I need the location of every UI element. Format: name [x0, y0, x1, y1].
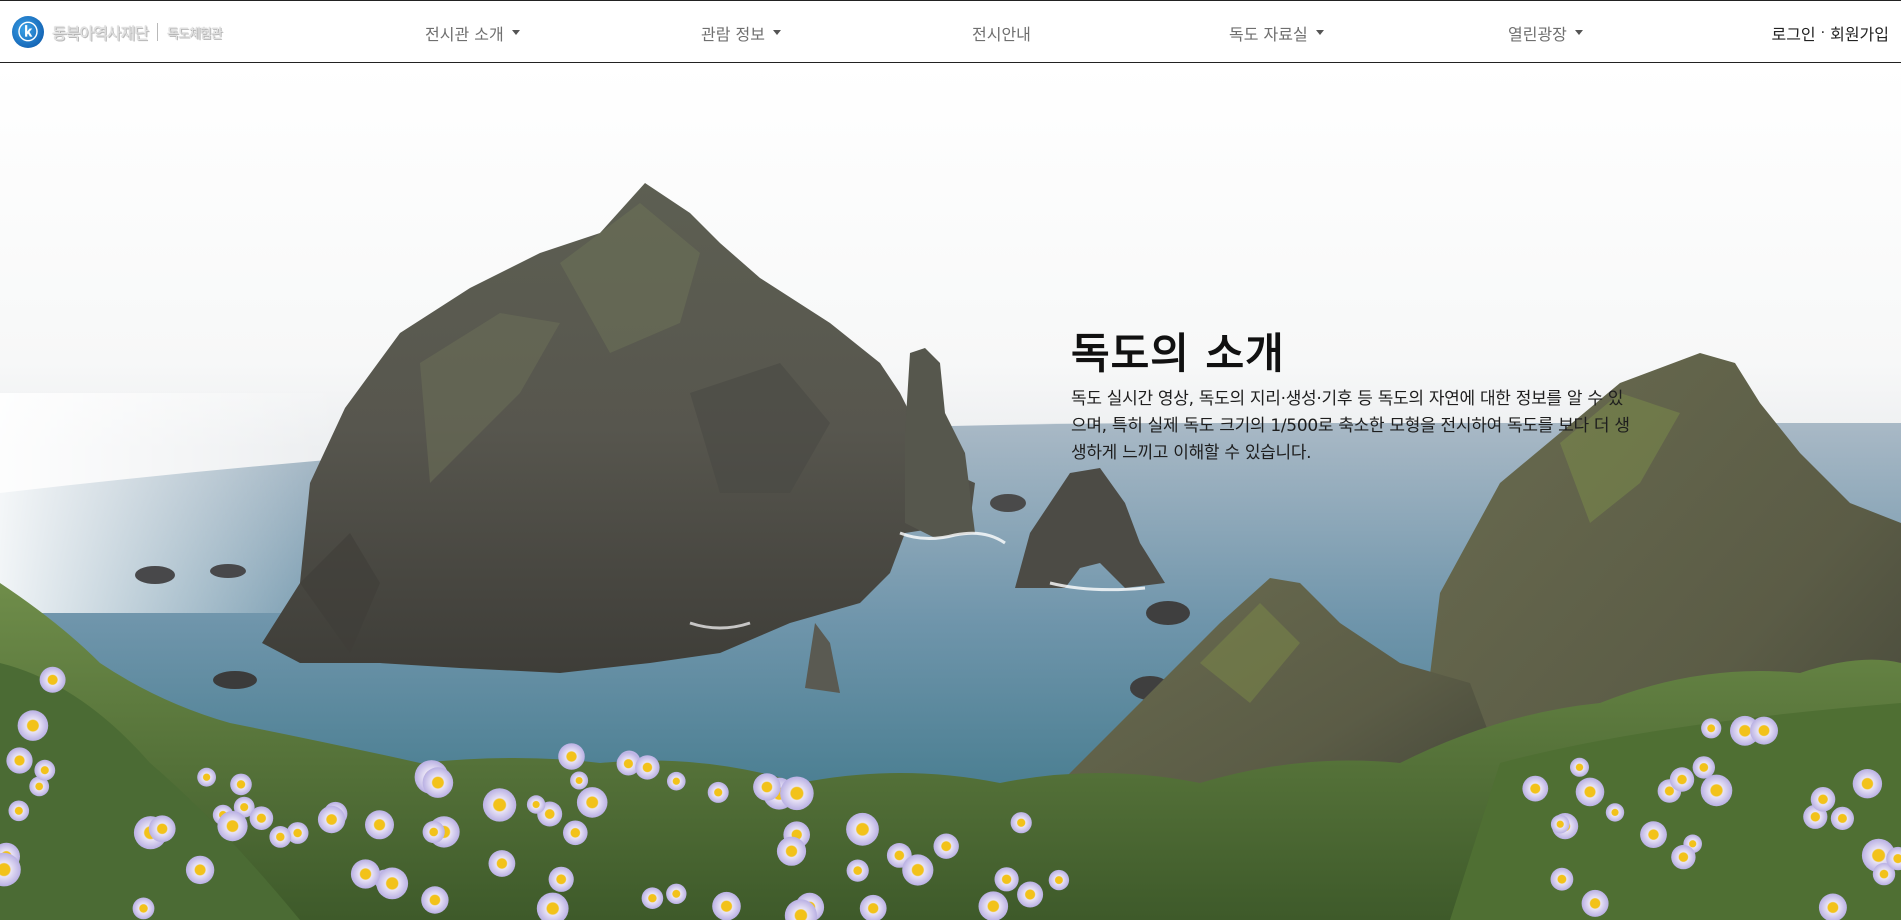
nav-item-open-plaza[interactable]: 열린광장	[1508, 22, 1583, 44]
login-link[interactable]: 로그인	[1771, 21, 1815, 45]
flower	[1810, 787, 1836, 812]
flower	[1010, 812, 1032, 834]
caret-down-icon	[1315, 29, 1324, 35]
flower	[1017, 881, 1044, 908]
logo-text: 동북아역사재단	[52, 24, 149, 43]
flower	[422, 820, 445, 844]
flower	[666, 883, 687, 904]
nav-item-label: 전시관 소개	[425, 25, 504, 44]
flower	[350, 859, 381, 889]
flower	[1750, 716, 1778, 745]
flower	[753, 773, 781, 801]
flower	[34, 759, 56, 781]
nav-item-label: 독도 자료실	[1229, 25, 1308, 44]
flower	[1671, 844, 1696, 870]
nav-item-label: 관람 정보	[701, 25, 765, 44]
flower	[933, 833, 959, 859]
flower	[422, 767, 454, 798]
flower	[667, 771, 686, 791]
flower	[846, 812, 879, 846]
flower	[641, 887, 664, 909]
flower	[1570, 757, 1589, 777]
flower	[1522, 775, 1549, 802]
flower	[217, 811, 248, 842]
flower	[776, 836, 807, 866]
flower	[6, 747, 33, 774]
hero-title: 독도의 소개	[1071, 329, 1285, 378]
flower	[365, 810, 394, 840]
flower	[482, 788, 517, 822]
flower	[526, 795, 546, 814]
hero-text-block: 독도의 소개 독도 실시간 영상, 독도의 지리·생성·기후 등 독도의 자연에…	[1071, 328, 1671, 467]
hero-description: 독도 실시간 영상, 독도의 지리·생성·기후 등 독도의 자연에 대한 정보를…	[1071, 389, 1630, 463]
nav-item-label: 전시안내	[972, 25, 1031, 44]
flower	[1605, 803, 1625, 822]
flower	[1692, 756, 1716, 779]
flower	[269, 826, 292, 848]
nav-item-archive[interactable]: 독도 자료실	[1229, 22, 1324, 44]
auth-separator: ·	[1820, 25, 1826, 41]
nav-item-visit-info[interactable]: 관람 정보	[701, 22, 781, 44]
site-logo[interactable]: ⓚ 동북아역사재단 독도체험관	[12, 16, 223, 48]
caret-down-icon	[511, 29, 520, 35]
flower	[148, 815, 176, 843]
flower	[1640, 821, 1667, 848]
flower	[185, 855, 215, 885]
flower	[712, 891, 741, 920]
flower	[249, 806, 274, 830]
flower	[558, 743, 585, 770]
caret-down-icon	[1574, 29, 1583, 35]
flower	[1701, 718, 1722, 739]
hero-section: 독도의 소개 독도 실시간 영상, 독도의 지리·생성·기후 등 독도의 자연에…	[0, 63, 1901, 920]
signup-link[interactable]: 회원가입	[1830, 21, 1889, 45]
flower	[317, 805, 346, 834]
flower	[780, 776, 814, 811]
flower	[197, 767, 217, 787]
flower	[563, 820, 588, 846]
dokdo-island-landscape-photo	[0, 63, 1901, 920]
flower	[902, 854, 934, 886]
flower	[846, 859, 869, 882]
flower	[488, 850, 516, 877]
flower	[1550, 867, 1574, 891]
auth-links: 로그인 · 회원가입	[1771, 22, 1889, 44]
flower	[548, 866, 574, 892]
flower	[421, 886, 449, 914]
flower	[978, 891, 1009, 920]
museum-emblem-icon: ⓚ	[12, 16, 44, 48]
flower	[1830, 806, 1854, 831]
caret-down-icon	[772, 29, 781, 35]
logo-divider	[157, 23, 159, 41]
flower	[8, 800, 30, 822]
flower	[39, 666, 66, 693]
flower	[994, 867, 1019, 892]
flower	[1852, 769, 1883, 799]
nav-item-label: 열린광장	[1508, 25, 1567, 44]
flower	[576, 787, 608, 818]
flower	[635, 755, 660, 780]
flower	[17, 710, 49, 741]
flower	[1048, 869, 1070, 891]
flower	[1700, 774, 1733, 807]
nav-item-about[interactable]: 전시관 소개	[425, 22, 520, 44]
flower	[1669, 767, 1695, 792]
flower	[570, 771, 589, 790]
flower	[376, 867, 409, 900]
nav-item-exhibition[interactable]: 전시안내	[972, 22, 1031, 44]
flower	[132, 897, 155, 920]
flower	[1550, 814, 1570, 834]
logo-subtext: 독도체험관	[167, 26, 223, 42]
flower	[1575, 777, 1605, 807]
top-navigation-bar: ⓚ 동북아역사재단 독도체험관 전시관 소개 관람 정보 전시안내 독도 자료실…	[0, 0, 1901, 63]
flower	[707, 781, 729, 803]
flower	[230, 773, 252, 796]
flower	[1581, 889, 1609, 917]
